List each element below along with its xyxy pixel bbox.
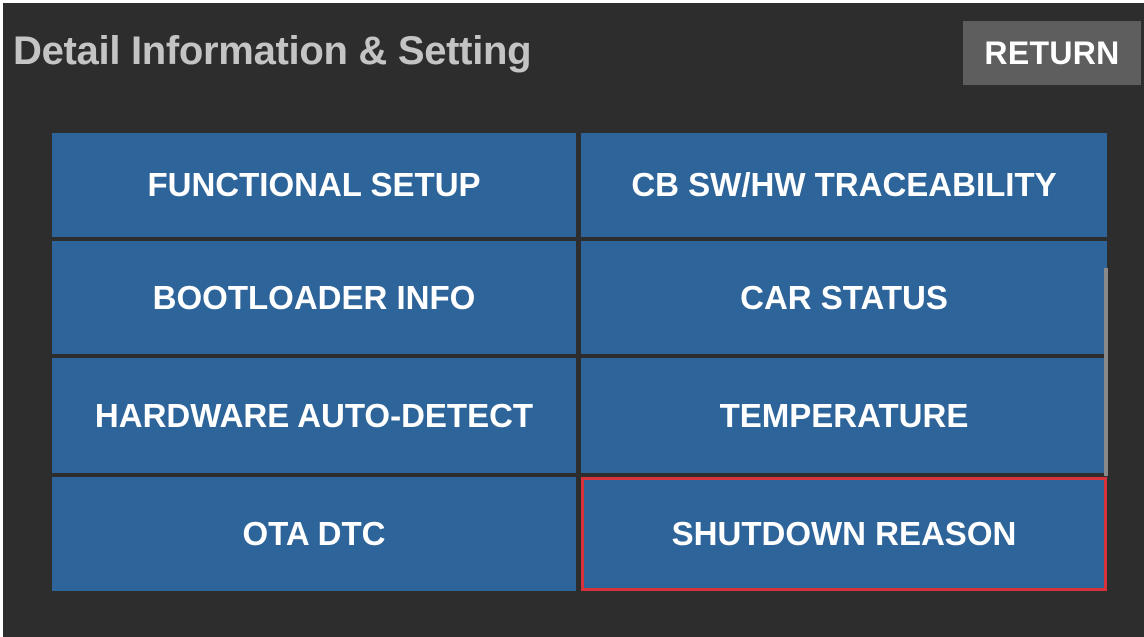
ota-dtc-button[interactable]: OTA DTC [52, 477, 576, 591]
cb-sw-hw-traceability-button[interactable]: CB SW/HW TRACEABILITY [581, 133, 1107, 237]
shutdown-reason-button[interactable]: SHUTDOWN REASON [581, 477, 1107, 591]
temperature-button[interactable]: TEMPERATURE [581, 358, 1107, 473]
functional-setup-button[interactable]: FUNCTIONAL SETUP [52, 133, 576, 237]
return-button[interactable]: RETURN [963, 21, 1141, 85]
menu-grid: FUNCTIONAL SETUP CB SW/HW TRACEABILITY B… [52, 133, 1107, 591]
car-status-button[interactable]: CAR STATUS [581, 241, 1107, 354]
page-title: Detail Information & Setting [13, 29, 532, 73]
bootloader-info-button[interactable]: BOOTLOADER INFO [52, 241, 576, 354]
detail-settings-screen: Detail Information & Setting RETURN FUNC… [3, 3, 1144, 637]
hardware-auto-detect-button[interactable]: HARDWARE AUTO-DETECT [52, 358, 576, 473]
scrollbar[interactable] [1104, 268, 1108, 476]
